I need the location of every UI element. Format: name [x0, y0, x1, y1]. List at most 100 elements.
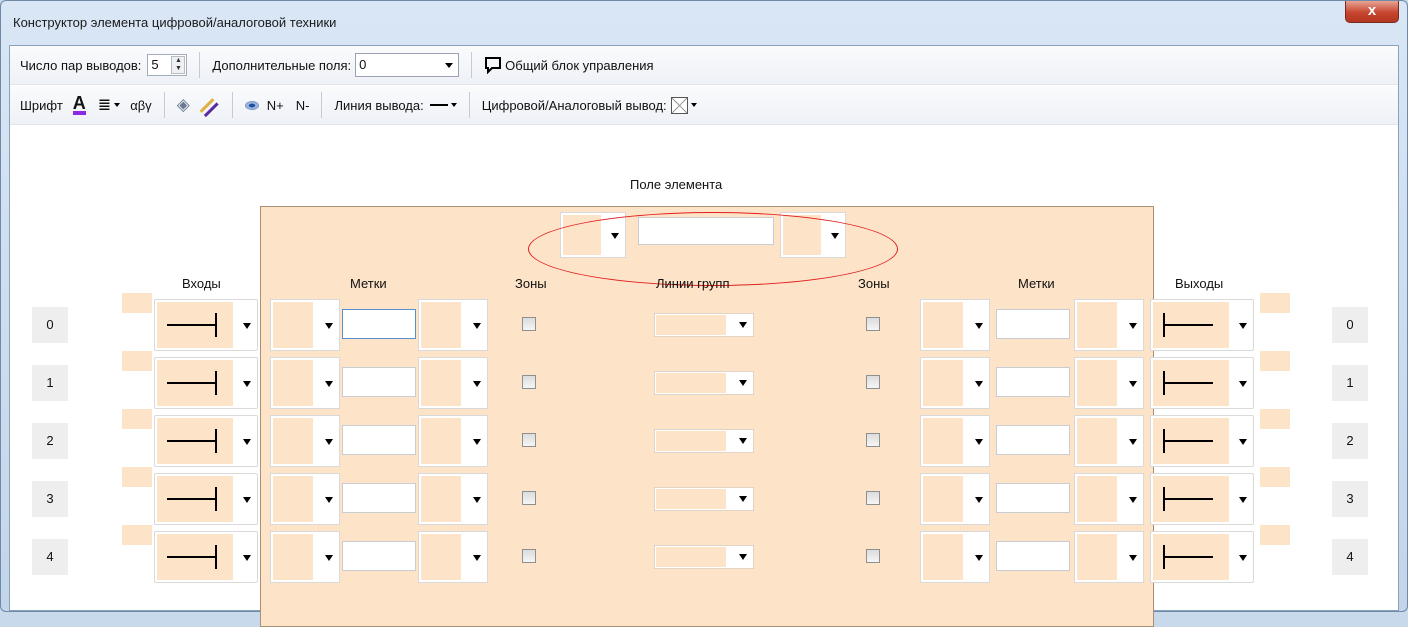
group-line-select[interactable]: [654, 487, 754, 511]
fill-bucket-icon[interactable]: ◈: [177, 95, 190, 115]
right-mark-style-select[interactable]: [1074, 473, 1144, 525]
group-line-select[interactable]: [654, 313, 754, 337]
speech-bubble-icon: [485, 57, 502, 74]
right-mark-input[interactable]: [996, 541, 1070, 571]
text-align-icon[interactable]: ≣: [98, 95, 111, 115]
close-button[interactable]: x: [1345, 1, 1399, 23]
left-mark-style-select[interactable]: [418, 357, 488, 409]
output-pin-select[interactable]: [1150, 531, 1254, 583]
left-zone-checkbox[interactable]: [522, 433, 536, 447]
pin-number-left: 0: [32, 307, 68, 343]
left-mark-type-select[interactable]: [270, 357, 340, 409]
right-zone-checkbox[interactable]: [866, 491, 880, 505]
right-mark-input[interactable]: [996, 367, 1070, 397]
output-pin-select[interactable]: [1150, 415, 1254, 467]
output-color-swatch[interactable]: [1260, 409, 1290, 429]
chevron-down-icon[interactable]: [114, 103, 121, 107]
right-mark-input[interactable]: [996, 425, 1070, 455]
right-mark-type-select[interactable]: [920, 531, 990, 583]
input-pin-select[interactable]: [154, 473, 258, 525]
left-zone-checkbox[interactable]: [522, 549, 536, 563]
chevron-down-icon: [325, 439, 333, 445]
left-zone-checkbox[interactable]: [522, 375, 536, 389]
chevron-down-icon: [1239, 497, 1247, 503]
left-mark-input[interactable]: [342, 425, 416, 455]
input-color-swatch[interactable]: [122, 467, 152, 487]
right-zone-checkbox[interactable]: [866, 375, 880, 389]
chevron-down-icon[interactable]: [690, 103, 697, 107]
left-mark-input[interactable]: [342, 483, 416, 513]
greek-symbols-button[interactable]: αβγ: [130, 98, 152, 113]
right-mark-style-select[interactable]: [1074, 531, 1144, 583]
input-color-swatch[interactable]: [122, 409, 152, 429]
element-field-label: Поле элемента: [630, 177, 723, 192]
right-zone-checkbox[interactable]: [866, 317, 880, 331]
left-mark-style-select[interactable]: [418, 531, 488, 583]
input-pin-select[interactable]: [154, 299, 258, 351]
right-mark-input[interactable]: [996, 483, 1070, 513]
input-pin-select[interactable]: [154, 531, 258, 583]
left-mark-input[interactable]: [342, 541, 416, 571]
left-mark-type-select[interactable]: [270, 415, 340, 467]
output-pin-select[interactable]: [1150, 473, 1254, 525]
chevron-down-icon: [1239, 555, 1247, 561]
left-mark-input[interactable]: [342, 309, 416, 339]
chevron-down-icon: [243, 497, 251, 503]
right-mark-style-select[interactable]: [1074, 357, 1144, 409]
right-mark-type-select[interactable]: [920, 299, 990, 351]
right-zone-checkbox[interactable]: [866, 549, 880, 563]
chevron-down-icon: [1239, 439, 1247, 445]
separator: [231, 92, 233, 118]
chevron-down-icon: [739, 380, 747, 386]
chevron-down-icon: [739, 322, 747, 328]
left-mark-type-select[interactable]: [270, 531, 340, 583]
output-color-swatch[interactable]: [1260, 293, 1290, 313]
pen-color-icon[interactable]: [199, 97, 215, 113]
extra-fields-select[interactable]: 0: [355, 53, 460, 77]
add-pin-button[interactable]: N+: [267, 98, 284, 113]
pin-number-left: 2: [32, 423, 68, 459]
group-line-select[interactable]: [654, 371, 754, 395]
font-color-icon[interactable]: A: [72, 94, 86, 115]
right-mark-style-select[interactable]: [1074, 299, 1144, 351]
output-pin-select[interactable]: [1150, 299, 1254, 351]
remove-pin-button[interactable]: N-: [296, 98, 310, 113]
output-pin-select[interactable]: [1150, 357, 1254, 409]
right-mark-type-select[interactable]: [920, 415, 990, 467]
right-zone-checkbox[interactable]: [866, 433, 880, 447]
left-mark-type-select[interactable]: [270, 473, 340, 525]
group-line-select[interactable]: [654, 545, 754, 569]
left-mark-style-select[interactable]: [418, 415, 488, 467]
font-label: Шрифт: [20, 97, 63, 113]
left-zone-checkbox[interactable]: [522, 491, 536, 505]
pairs-stepper[interactable]: 5 ▲ ▼: [147, 54, 188, 76]
right-mark-input[interactable]: [996, 309, 1070, 339]
input-pin-select[interactable]: [154, 415, 258, 467]
eye-icon[interactable]: [244, 100, 259, 110]
input-pin-select[interactable]: [154, 357, 258, 409]
line-style-icon[interactable]: [429, 104, 448, 106]
input-color-swatch[interactable]: [122, 293, 152, 313]
toolbar-format: Шрифт A ≣ αβγ ◈ N+ N- Линия вывода: Цифр…: [10, 86, 1398, 125]
stepper-arrows-icon[interactable]: ▲ ▼: [171, 56, 186, 74]
common-block-button[interactable]: Общий блок управления: [484, 56, 654, 74]
pin-type-icon[interactable]: [670, 96, 688, 114]
chevron-down-icon: [1129, 439, 1137, 445]
group-line-select[interactable]: [654, 429, 754, 453]
right-mark-style-select[interactable]: [1074, 415, 1144, 467]
left-mark-style-select[interactable]: [418, 473, 488, 525]
left-mark-input[interactable]: [342, 367, 416, 397]
output-color-swatch[interactable]: [1260, 351, 1290, 371]
client-area: Число пар выводов: 5 ▲ ▼ Дополнительные п…: [9, 45, 1399, 627]
right-mark-type-select[interactable]: [920, 473, 990, 525]
left-mark-type-select[interactable]: [270, 299, 340, 351]
output-color-swatch[interactable]: [1260, 525, 1290, 545]
input-color-swatch[interactable]: [122, 351, 152, 371]
right-mark-type-select[interactable]: [920, 357, 990, 409]
input-color-swatch[interactable]: [122, 525, 152, 545]
left-mark-style-select[interactable]: [418, 299, 488, 351]
output-color-swatch[interactable]: [1260, 467, 1290, 487]
chevron-down-icon: [739, 438, 747, 444]
left-zone-checkbox[interactable]: [522, 317, 536, 331]
chevron-down-icon[interactable]: [450, 103, 457, 107]
